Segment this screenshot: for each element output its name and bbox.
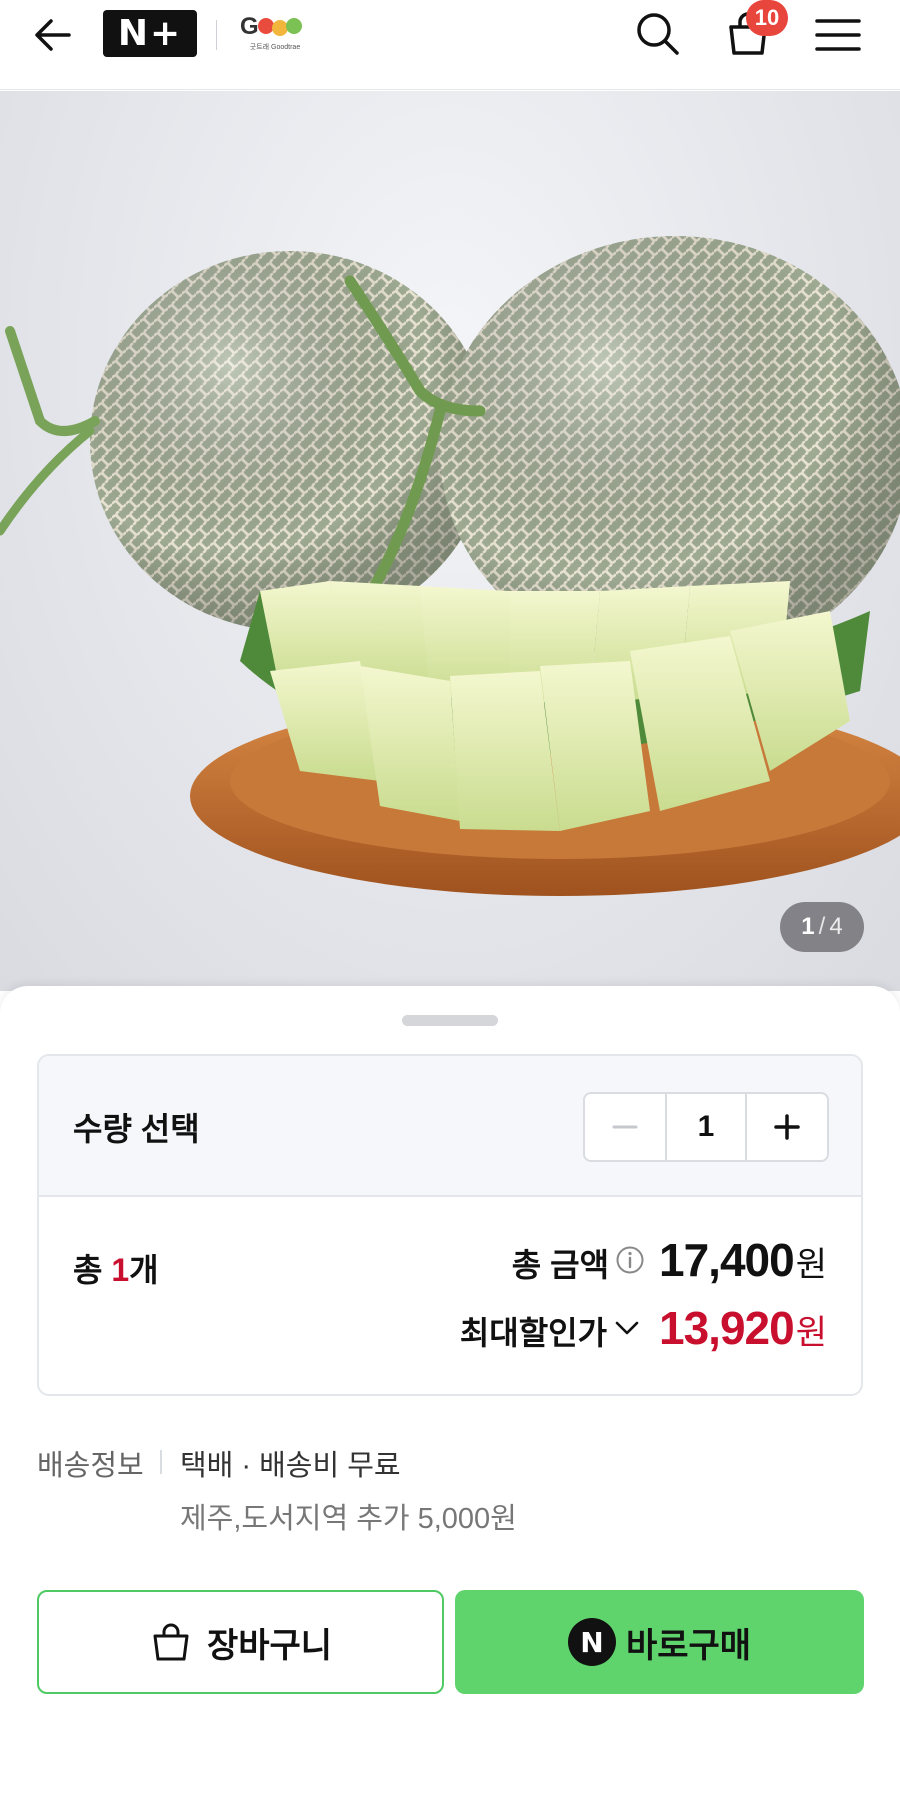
minus-icon <box>612 1125 638 1129</box>
total-count-prefix: 총 <box>73 1252 112 1288</box>
arrow-left-icon <box>35 19 71 51</box>
header-divider <box>216 20 217 50</box>
option-box: 수량 선택 1 총 1개 총 금액 17,400 원 최대할인가 13,920 … <box>37 1054 863 1396</box>
max-discount-value: 13,920 <box>659 1302 795 1354</box>
quantity-row: 수량 선택 1 <box>39 1056 861 1197</box>
quantity-stepper: 1 <box>583 1092 829 1162</box>
naver-pay-icon: N <box>567 1618 616 1666</box>
page-separator: / <box>818 913 826 940</box>
search-icon <box>637 13 679 55</box>
total-row: 총 1개 총 금액 17,400 원 최대할인가 13,920 원 <box>39 1199 861 1394</box>
total-count-suffix: 개 <box>129 1252 159 1288</box>
shipping-sub: 제주,도서지역 추가 5,000원 <box>180 1503 517 1535</box>
brand-logo[interactable]: G 굿트래 Goodtrae <box>236 8 314 56</box>
svg-text:G: G <box>240 13 259 40</box>
brand-fruit-icon: G <box>240 13 302 40</box>
total-amount-line: 총 금액 17,400 원 <box>512 1233 827 1287</box>
naver-plus-logo[interactable]: N+ <box>103 10 197 57</box>
shipping-main: 택배 · 배송비 무료 <box>180 1450 401 1482</box>
menu-button[interactable] <box>808 10 868 60</box>
page-current: 1 <box>801 913 815 940</box>
increase-button[interactable] <box>747 1094 827 1160</box>
total-count: 총 1개 <box>73 1245 159 1291</box>
logo-text: N+ <box>117 13 183 54</box>
hamburger-menu-icon <box>815 19 861 51</box>
quantity-label: 수량 선택 <box>73 1111 200 1147</box>
shopping-bag-icon <box>153 1623 189 1661</box>
sheet-drag-handle[interactable] <box>402 1015 498 1026</box>
page-total: 4 <box>829 913 843 940</box>
melon-image <box>0 236 900 896</box>
total-amount-unit: 원 <box>795 1246 827 1284</box>
brand-caption: 굿트래 Goodtrae <box>249 44 301 51</box>
shipping-label: 배송정보 <box>37 1450 144 1482</box>
search-button[interactable] <box>630 6 686 62</box>
total-amount-label: 총 금액 <box>511 1247 610 1283</box>
buy-now-label: 바로구매 <box>625 1626 752 1665</box>
image-page-indicator: 1 / 4 <box>780 902 864 952</box>
decrease-button[interactable] <box>585 1094 665 1160</box>
max-discount-unit: 원 <box>795 1314 827 1352</box>
back-button[interactable] <box>28 10 78 60</box>
total-count-number: 1 <box>111 1252 130 1288</box>
chevron-down-icon <box>613 1314 641 1342</box>
shipping-divider <box>160 1450 162 1474</box>
total-amount-value: 17,400 <box>659 1234 795 1286</box>
add-to-cart-button[interactable]: 장바구니 <box>37 1590 444 1694</box>
cart-count-badge: 10 <box>746 0 788 36</box>
info-icon[interactable] <box>615 1245 645 1275</box>
add-to-cart-label: 장바구니 <box>206 1626 333 1665</box>
top-header: N+ G 굿트래 Goodtrae 10 <box>0 0 900 90</box>
plus-icon <box>774 1114 800 1140</box>
product-image[interactable] <box>0 91 900 991</box>
max-discount-label: 최대할인가 <box>459 1315 608 1351</box>
max-discount-line[interactable]: 최대할인가 13,920 원 <box>460 1301 827 1355</box>
quantity-value[interactable]: 1 <box>665 1094 747 1160</box>
buy-now-button[interactable]: N 바로구매 <box>455 1590 864 1694</box>
naver-pay-letter: N <box>580 1625 604 1659</box>
